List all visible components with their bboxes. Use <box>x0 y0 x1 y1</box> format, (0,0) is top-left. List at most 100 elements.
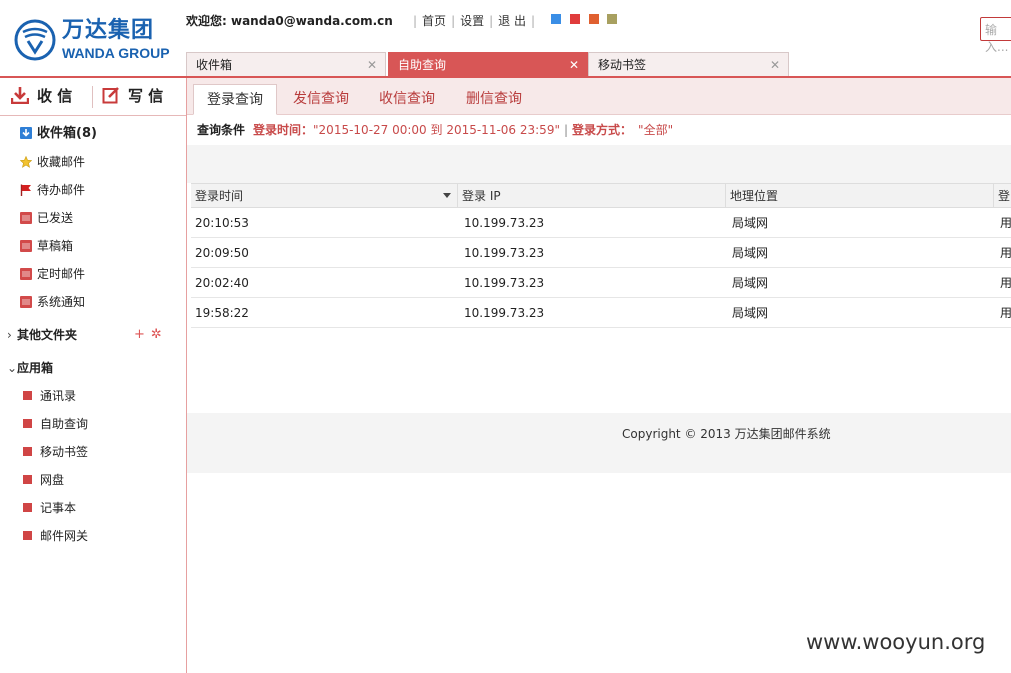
apps-toggle[interactable]: ⌄应用箱 <box>7 359 53 377</box>
app-item-self-query[interactable]: 自助查询 <box>20 415 88 433</box>
cell-login-ip: 10.199.73.23 <box>464 276 545 290</box>
skin-orange-swatch[interactable] <box>588 14 599 24</box>
top-links: | 首页 | 设置 | 退 出 | <box>413 12 536 30</box>
cell-login-time: 19:58:22 <box>195 306 249 320</box>
app-icon <box>23 419 32 428</box>
table-header: 登录时间 登录 IP 地理位置 登 <box>191 183 1011 208</box>
home-link[interactable]: 首页 <box>422 12 446 30</box>
criteria-label: 查询条件 <box>197 123 246 137</box>
skin-olive-swatch[interactable] <box>607 14 618 24</box>
other-folders-toggle[interactable]: › 其他文件夹 <box>7 326 77 344</box>
footer: Copyright © 2013 万达集团邮件系统 <box>187 413 1011 473</box>
compose-bar: 收 信 写 信 <box>0 78 186 116</box>
chevron-right-icon: › <box>7 328 12 342</box>
cell-location: 局域网 <box>732 306 769 320</box>
tab-send-query[interactable]: 发信查询 <box>283 84 359 115</box>
skin-blue-swatch[interactable] <box>551 14 561 24</box>
receive-button[interactable]: 收 信 <box>11 78 72 116</box>
login-time-value: "2015-10-27 00:00 到 2015-11-06 23:59" <box>313 123 560 137</box>
tab-login-query[interactable]: 登录查询 <box>193 84 277 115</box>
cell-login-time: 20:09:50 <box>195 246 249 260</box>
wanda-logo[interactable]: 万达集团 WANDA GROUP <box>14 18 179 64</box>
login-time-key: 登录时间： <box>253 123 314 137</box>
sidebar: 收 信 写 信 收件箱(8) 收藏邮件 待办邮件 已发送 草稿箱 定时邮件 系统… <box>0 78 187 673</box>
app-item-mobile-bookmark[interactable]: 移动书签 <box>20 443 88 461</box>
table-row[interactable]: 19:58:22 10.199.73.23 局域网 用 <box>191 298 1011 328</box>
tab-self-query[interactable]: 自助查询 ✕ <box>388 52 588 77</box>
column-login-ip[interactable]: 登录 IP <box>457 184 725 208</box>
sidebar-item-drafts[interactable]: 草稿箱 <box>20 237 73 255</box>
cell-login-ip: 10.199.73.23 <box>464 216 545 230</box>
settings-link[interactable]: 设置 <box>460 12 484 30</box>
query-criteria: 查询条件 登录时间："2015-10-27 00:00 到 2015-11-06 … <box>187 115 1011 145</box>
app-icon <box>23 447 32 456</box>
tab-delete-query[interactable]: 删信查询 <box>456 84 532 115</box>
cell-location: 局域网 <box>732 276 769 290</box>
query-tabs: 登录查询 发信查询 收信查询 删信查询 <box>187 78 1011 115</box>
column-login-mode[interactable]: 登 <box>993 184 1011 208</box>
tab-label: 收件箱 <box>196 58 233 72</box>
welcome-text: 欢迎您: wanda0@wanda.com.cn <box>186 12 393 30</box>
sidebar-item-sent[interactable]: 已发送 <box>20 209 73 227</box>
search-input[interactable]: 输入... <box>980 17 1011 54</box>
wanda-logo-icon <box>14 19 56 61</box>
folder-icon <box>20 267 32 280</box>
flag-icon <box>20 184 31 196</box>
tab-mobile-bookmark[interactable]: 移动书签 ✕ <box>588 52 789 77</box>
toolbar-band <box>187 145 1011 183</box>
compose-button[interactable]: 写 信 <box>102 78 163 116</box>
skin-red-swatch[interactable] <box>569 14 580 24</box>
folder-settings-icon[interactable]: ✲ <box>151 327 162 342</box>
app-item-contacts[interactable]: 通讯录 <box>20 387 76 405</box>
brand-name-en: WANDA GROUP <box>62 45 170 61</box>
table-row[interactable]: 20:10:53 10.199.73.23 局域网 用 <box>191 208 1011 238</box>
sidebar-item-starred[interactable]: 收藏邮件 <box>20 153 85 171</box>
cell-login-mode: 用 <box>1000 216 1011 230</box>
table-row[interactable]: 20:09:50 10.199.73.23 局域网 用 <box>191 238 1011 268</box>
close-icon[interactable]: ✕ <box>367 53 377 77</box>
folder-icon <box>20 239 32 252</box>
app-item-mail-gateway[interactable]: 邮件网关 <box>20 527 88 545</box>
brand-name-cn: 万达集团 <box>62 18 155 43</box>
app-item-netdisk[interactable]: 网盘 <box>20 471 64 489</box>
cell-login-ip: 10.199.73.23 <box>464 306 545 320</box>
app-root: 万达集团 WANDA GROUP 欢迎您: wanda0@wanda.com.c… <box>0 0 1011 673</box>
app-icon <box>23 503 32 512</box>
user-email: wanda0@wanda.com.cn <box>230 14 393 28</box>
folder-icon <box>20 295 32 308</box>
cell-login-mode: 用 <box>1000 246 1011 260</box>
close-icon[interactable]: ✕ <box>770 53 780 77</box>
cell-login-mode: 用 <box>1000 306 1011 320</box>
sidebar-item-todo[interactable]: 待办邮件 <box>20 181 85 199</box>
close-icon[interactable]: ✕ <box>569 53 579 77</box>
app-item-notepad[interactable]: 记事本 <box>20 499 76 517</box>
sort-desc-icon[interactable] <box>443 193 451 198</box>
cell-login-time: 20:02:40 <box>195 276 249 290</box>
cell-location: 局域网 <box>732 216 769 230</box>
logout-link[interactable]: 退 出 <box>498 12 526 30</box>
sidebar-item-scheduled[interactable]: 定时邮件 <box>20 265 85 283</box>
copyright-text: Copyright © 2013 万达集团邮件系统 <box>622 427 831 441</box>
sidebar-item-notifications[interactable]: 系统通知 <box>20 293 85 311</box>
download-icon <box>11 86 29 104</box>
header: 万达集团 WANDA GROUP 欢迎您: wanda0@wanda.com.c… <box>0 0 1011 78</box>
column-location[interactable]: 地理位置 <box>725 184 993 208</box>
login-mode-value: "全部" <box>638 123 674 137</box>
folder-icon <box>20 211 32 224</box>
tab-receive-query[interactable]: 收信查询 <box>369 84 445 115</box>
chevron-down-icon: ⌄ <box>7 361 18 375</box>
inbox-icon <box>20 126 32 139</box>
app-icon <box>23 531 32 540</box>
add-folder-icon[interactable]: + <box>134 327 145 342</box>
table-row[interactable]: 20:02:40 10.199.73.23 局域网 用 <box>191 268 1011 298</box>
compose-icon <box>102 86 119 103</box>
tab-inbox[interactable]: 收件箱 ✕ <box>186 52 386 77</box>
skin-switcher <box>551 14 622 26</box>
star-icon <box>20 155 32 168</box>
app-icon <box>23 391 32 400</box>
watermark-text: www.wooyun.org <box>806 630 986 654</box>
tab-label: 自助查询 <box>398 58 447 72</box>
tab-label: 移动书签 <box>598 58 647 72</box>
column-login-time[interactable]: 登录时间 <box>191 184 457 208</box>
sidebar-item-inbox[interactable]: 收件箱(8) <box>20 125 97 143</box>
